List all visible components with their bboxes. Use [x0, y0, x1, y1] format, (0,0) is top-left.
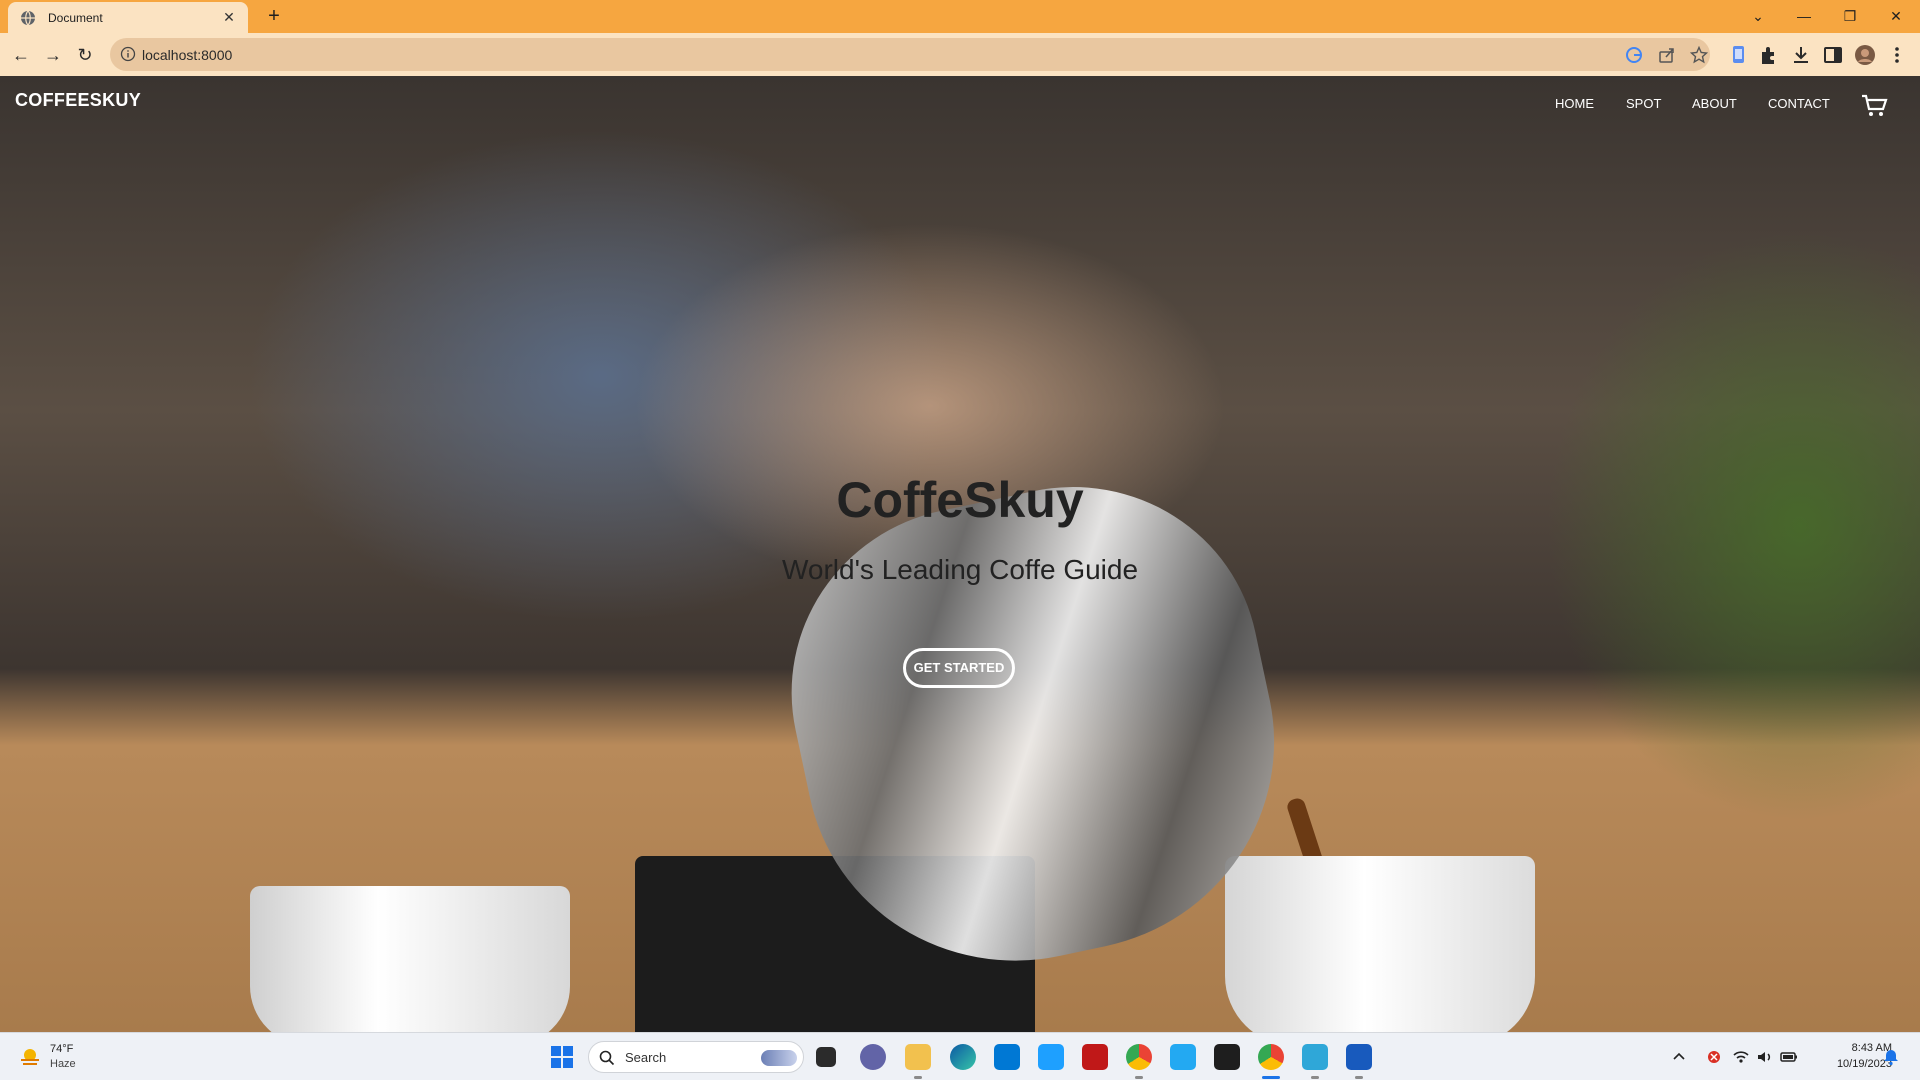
bookmark-star-icon[interactable] [1690, 46, 1708, 64]
reload-button[interactable]: ↻ [72, 42, 98, 68]
windows-taskbar: 74°F Haze Search 8:43 AM 10/19/2023 [0, 1032, 1920, 1080]
extension-blue-icon[interactable] [1728, 44, 1750, 66]
weather-haze-icon[interactable] [18, 1045, 42, 1069]
file-explorer-icon[interactable] [905, 1044, 931, 1070]
tab-title: Document [48, 10, 103, 25]
google-lens-icon[interactable] [1625, 46, 1643, 64]
url-text[interactable]: localhost:8000 [142, 47, 232, 63]
browser-tab[interactable]: Document ✕ [8, 2, 248, 33]
download-icon[interactable] [1790, 44, 1812, 66]
restore-button[interactable]: ❐ [1830, 4, 1870, 28]
site-navbar: COFFEESKUY HOME SPOT ABOUT CONTACT [0, 76, 1920, 136]
new-tab-button[interactable]: + [262, 5, 286, 29]
hero-subtitle: World's Leading Coffe Guide [781, 554, 1139, 585]
cart-icon[interactable] [1860, 92, 1888, 120]
edge-browser-icon[interactable] [950, 1044, 976, 1070]
terminal-icon[interactable] [1214, 1044, 1240, 1070]
nav-contact[interactable]: CONTACT [1768, 96, 1830, 111]
chrome-icon[interactable] [1126, 1044, 1152, 1070]
minimize-button[interactable]: — [1784, 4, 1824, 28]
weather-temperature[interactable]: 74°F [50, 1043, 73, 1055]
tab-close-icon[interactable]: ✕ [220, 9, 238, 26]
search-placeholder: Search [625, 1050, 667, 1065]
chrome-active-icon[interactable] [1258, 1044, 1284, 1070]
vscode-icon[interactable] [1170, 1044, 1196, 1070]
microsoft-store-icon[interactable] [994, 1044, 1020, 1070]
windows-start-icon[interactable] [550, 1045, 574, 1069]
weather-condition[interactable]: Haze [50, 1058, 76, 1070]
nav-home[interactable]: HOME [1555, 96, 1594, 111]
get-started-button[interactable]: GET STARTED [903, 648, 1015, 688]
browser-toolbar: ← → ↻ localhost:8000 [0, 33, 1920, 76]
volume-icon[interactable] [1756, 1048, 1774, 1066]
browser-tab-strip: Document ✕ + ⌄ — ❐ ✕ [0, 0, 1920, 33]
web-page: COFFEESKUY HOME SPOT ABOUT CONTACT Coffe… [0, 76, 1920, 1032]
address-bar[interactable]: localhost:8000 [110, 38, 1710, 71]
chrome-active-indicator [1262, 1076, 1280, 1079]
l-app-icon[interactable] [1038, 1044, 1064, 1070]
forward-button[interactable]: → [40, 42, 66, 68]
mcafee-icon[interactable] [1082, 1044, 1108, 1070]
globe-icon [21, 10, 35, 25]
search-highlight-icon [761, 1050, 797, 1066]
hero-title: CoffeSkuy [836, 472, 1084, 528]
cup-left-image [250, 886, 570, 1032]
battery-icon[interactable] [1780, 1048, 1798, 1066]
site-logo[interactable]: COFFEESKUY [15, 90, 141, 111]
extensions-puzzle-icon[interactable] [1758, 44, 1780, 66]
word-running-indicator [1355, 1076, 1363, 1079]
notification-bell-icon[interactable] [1882, 1048, 1900, 1066]
profile-avatar-icon[interactable] [1854, 44, 1876, 66]
notepad-icon[interactable] [1302, 1044, 1328, 1070]
wifi-icon[interactable] [1732, 1048, 1750, 1066]
word-icon[interactable] [1346, 1044, 1372, 1070]
cup-right-image [1225, 856, 1535, 1032]
back-button[interactable]: ← [8, 42, 34, 68]
share-icon[interactable] [1658, 46, 1676, 64]
side-panel-icon[interactable] [1822, 44, 1844, 66]
close-window-button[interactable]: ✕ [1876, 4, 1916, 28]
site-info-icon[interactable] [120, 46, 136, 62]
search-icon [599, 1050, 615, 1066]
taskbar-search-box[interactable]: Search [588, 1041, 804, 1073]
notepad-running-indicator [1311, 1076, 1319, 1079]
taskbar-clock-date[interactable]: 10/19/2023 [1812, 1058, 1892, 1070]
show-hidden-icons-chevron-icon[interactable] [1670, 1048, 1688, 1066]
teams-chat-icon[interactable] [860, 1044, 886, 1070]
antivirus-alert-icon[interactable] [1705, 1048, 1723, 1066]
more-menu-icon[interactable] [1886, 44, 1908, 66]
file-explorer-running-indicator [914, 1076, 922, 1079]
nav-spot[interactable]: SPOT [1626, 96, 1661, 111]
nav-about[interactable]: ABOUT [1692, 96, 1737, 111]
chrome-running-indicator [1135, 1076, 1143, 1079]
task-view-icon[interactable] [816, 1047, 836, 1067]
tab-search-chevron-icon[interactable]: ⌄ [1738, 4, 1778, 28]
